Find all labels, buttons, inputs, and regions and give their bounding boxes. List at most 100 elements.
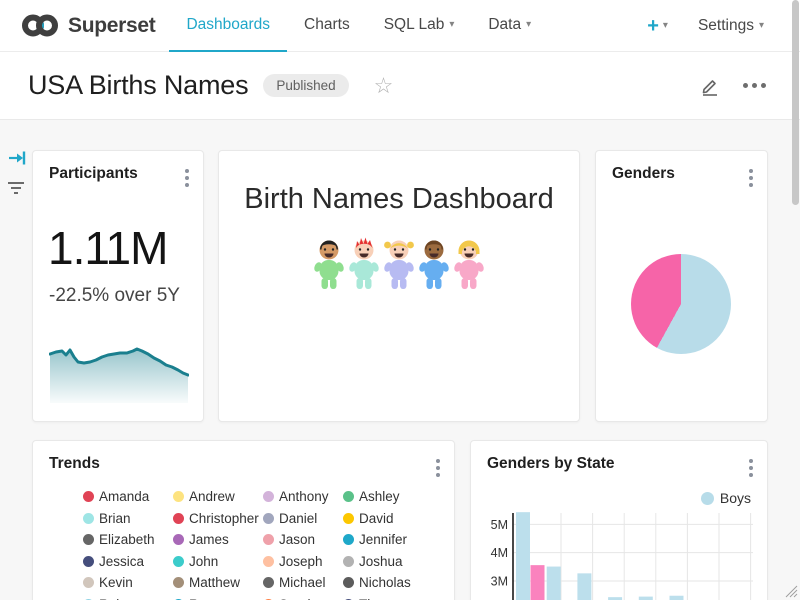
legend-dot bbox=[343, 556, 354, 567]
legend-item-nicholas[interactable]: Nicholas bbox=[343, 575, 423, 590]
svg-text:5M: 5M bbox=[491, 518, 508, 532]
top-navbar: Superset Dashboards Charts SQL Lab ▾ Dat… bbox=[0, 0, 800, 52]
favorite-star-icon[interactable]: ☆ bbox=[374, 75, 394, 97]
chevron-down-icon: ▾ bbox=[759, 21, 764, 31]
big-number-value: 1.11M bbox=[48, 221, 167, 275]
chart-title: Genders by State bbox=[487, 455, 615, 473]
legend-item-james[interactable]: James bbox=[173, 532, 263, 547]
legend-item-thomas[interactable]: Thomas bbox=[343, 597, 423, 600]
legend-dot bbox=[173, 577, 184, 588]
published-badge[interactable]: Published bbox=[263, 74, 348, 97]
legend-item-ashley[interactable]: Ashley bbox=[343, 489, 423, 504]
legend-item-david[interactable]: David bbox=[343, 511, 423, 526]
big-number-delta: -22.5% over 5Y bbox=[49, 285, 180, 307]
chart-title: Participants bbox=[49, 165, 138, 183]
legend-item-joseph[interactable]: Joseph bbox=[263, 554, 343, 569]
legend-dot bbox=[83, 577, 94, 588]
legend-item-matthew[interactable]: Matthew bbox=[173, 575, 263, 590]
legend-item-brian[interactable]: Brian bbox=[83, 511, 173, 526]
svg-text:4M: 4M bbox=[491, 546, 508, 560]
markdown-header-card: Birth Names Dashboard bbox=[218, 150, 580, 422]
trends-chart-card: Trends AmandaAndrewAnthonyAshley BrianChr… bbox=[32, 440, 455, 600]
legend-dot bbox=[83, 556, 94, 567]
baby-icon-1 bbox=[312, 237, 346, 291]
baby-icon-4 bbox=[417, 237, 451, 291]
legend-item-jessica[interactable]: Jessica bbox=[83, 554, 173, 569]
settings-menu[interactable]: Settings ▾ bbox=[698, 17, 764, 35]
legend-dot bbox=[83, 534, 94, 545]
nav-tab-sql-lab[interactable]: SQL Lab ▾ bbox=[367, 0, 472, 52]
legend-item-michael[interactable]: Michael bbox=[263, 575, 343, 590]
page-title: USA Births Names bbox=[28, 70, 248, 101]
legend-dot bbox=[173, 513, 184, 524]
chart-menu-icon[interactable] bbox=[747, 167, 755, 189]
superset-logo[interactable]: Superset bbox=[20, 12, 155, 39]
genders-chart-card: Genders bbox=[595, 150, 768, 422]
legend-dot bbox=[173, 556, 184, 567]
superset-infinity-icon bbox=[20, 12, 60, 39]
chart-menu-icon[interactable] bbox=[183, 167, 191, 189]
resize-handle[interactable] bbox=[784, 584, 798, 598]
chart-menu-icon[interactable] bbox=[434, 457, 442, 479]
baby-emoji-row bbox=[219, 237, 579, 291]
chevron-down-icon: ▾ bbox=[526, 20, 531, 30]
more-actions-icon[interactable] bbox=[743, 83, 766, 88]
legend-dot bbox=[263, 556, 274, 567]
legend-dot bbox=[263, 513, 274, 524]
legend-item-andrew[interactable]: Andrew bbox=[173, 489, 263, 504]
filter-list-icon[interactable] bbox=[6, 178, 26, 198]
legend-item-daniel[interactable]: Daniel bbox=[263, 511, 343, 526]
chart-title: Trends bbox=[49, 455, 100, 473]
legend-dot bbox=[343, 577, 354, 588]
genders-by-state-chart-card: Genders by State Boys 5M4M3M2M1M bbox=[470, 440, 768, 600]
legend-dot bbox=[263, 534, 274, 545]
legend-dot bbox=[83, 513, 94, 524]
legend-item-anthony[interactable]: Anthony bbox=[263, 489, 343, 504]
edit-pencil-icon[interactable] bbox=[699, 75, 721, 97]
scrollbar[interactable] bbox=[792, 0, 799, 205]
baby-icon-3 bbox=[382, 237, 416, 291]
nav-tab-charts[interactable]: Charts bbox=[287, 0, 367, 52]
legend-item-joshua[interactable]: Joshua bbox=[343, 554, 423, 569]
baby-icon-2 bbox=[347, 237, 381, 291]
legend-dot bbox=[343, 513, 354, 524]
baby-icon-5 bbox=[452, 237, 486, 291]
chart-title: Genders bbox=[612, 165, 675, 183]
legend-dot bbox=[343, 491, 354, 502]
legend-item-jason[interactable]: Jason bbox=[263, 532, 343, 547]
legend-item-sarah[interactable]: Sarah bbox=[263, 597, 343, 600]
legend-item-robert[interactable]: Robert bbox=[83, 597, 173, 600]
legend-dot bbox=[343, 534, 354, 545]
nav-menu: Dashboards Charts SQL Lab ▾ Data ▾ bbox=[169, 0, 548, 52]
legend-item-john[interactable]: John bbox=[173, 554, 263, 569]
new-item-button[interactable]: + ▾ bbox=[647, 16, 668, 36]
legend-item-jennifer[interactable]: Jennifer bbox=[343, 532, 423, 547]
brand-name: Superset bbox=[68, 14, 155, 38]
legend-item-elizabeth[interactable]: Elizabeth bbox=[83, 532, 173, 547]
legend-item-ryan[interactable]: Ryan bbox=[173, 597, 263, 600]
participants-sparkline-chart bbox=[49, 331, 189, 403]
markdown-heading: Birth Names Dashboard bbox=[219, 183, 579, 216]
legend-item-amanda[interactable]: Amanda bbox=[83, 489, 173, 504]
nav-tab-dashboards[interactable]: Dashboards bbox=[169, 0, 287, 52]
legend-item-boys[interactable]: Boys bbox=[701, 490, 751, 506]
legend-dot bbox=[83, 491, 94, 502]
genders-pie-chart bbox=[631, 254, 731, 354]
dashboard-header: USA Births Names Published ☆ bbox=[0, 52, 800, 120]
legend-dot bbox=[263, 491, 274, 502]
trends-legend: AmandaAndrewAnthonyAshley BrianChristophe… bbox=[83, 489, 423, 600]
plus-icon: + bbox=[647, 16, 659, 36]
chevron-down-icon: ▾ bbox=[449, 20, 454, 30]
legend-dot bbox=[173, 491, 184, 502]
legend-item-kevin[interactable]: Kevin bbox=[83, 575, 173, 590]
dashboard-grid: Participants 1.11M -22.5% over 5Y Birth … bbox=[0, 120, 800, 600]
chart-menu-icon[interactable] bbox=[747, 457, 755, 479]
legend-item-christopher[interactable]: Christopher bbox=[173, 511, 263, 526]
nav-tab-data[interactable]: Data ▾ bbox=[471, 0, 548, 52]
legend-dot bbox=[263, 577, 274, 588]
expand-filter-bar-icon[interactable] bbox=[7, 148, 27, 168]
svg-text:3M: 3M bbox=[491, 575, 508, 589]
legend-dot bbox=[701, 492, 714, 505]
participants-chart-card: Participants 1.11M -22.5% over 5Y bbox=[32, 150, 204, 422]
chevron-down-icon: ▾ bbox=[663, 21, 668, 31]
